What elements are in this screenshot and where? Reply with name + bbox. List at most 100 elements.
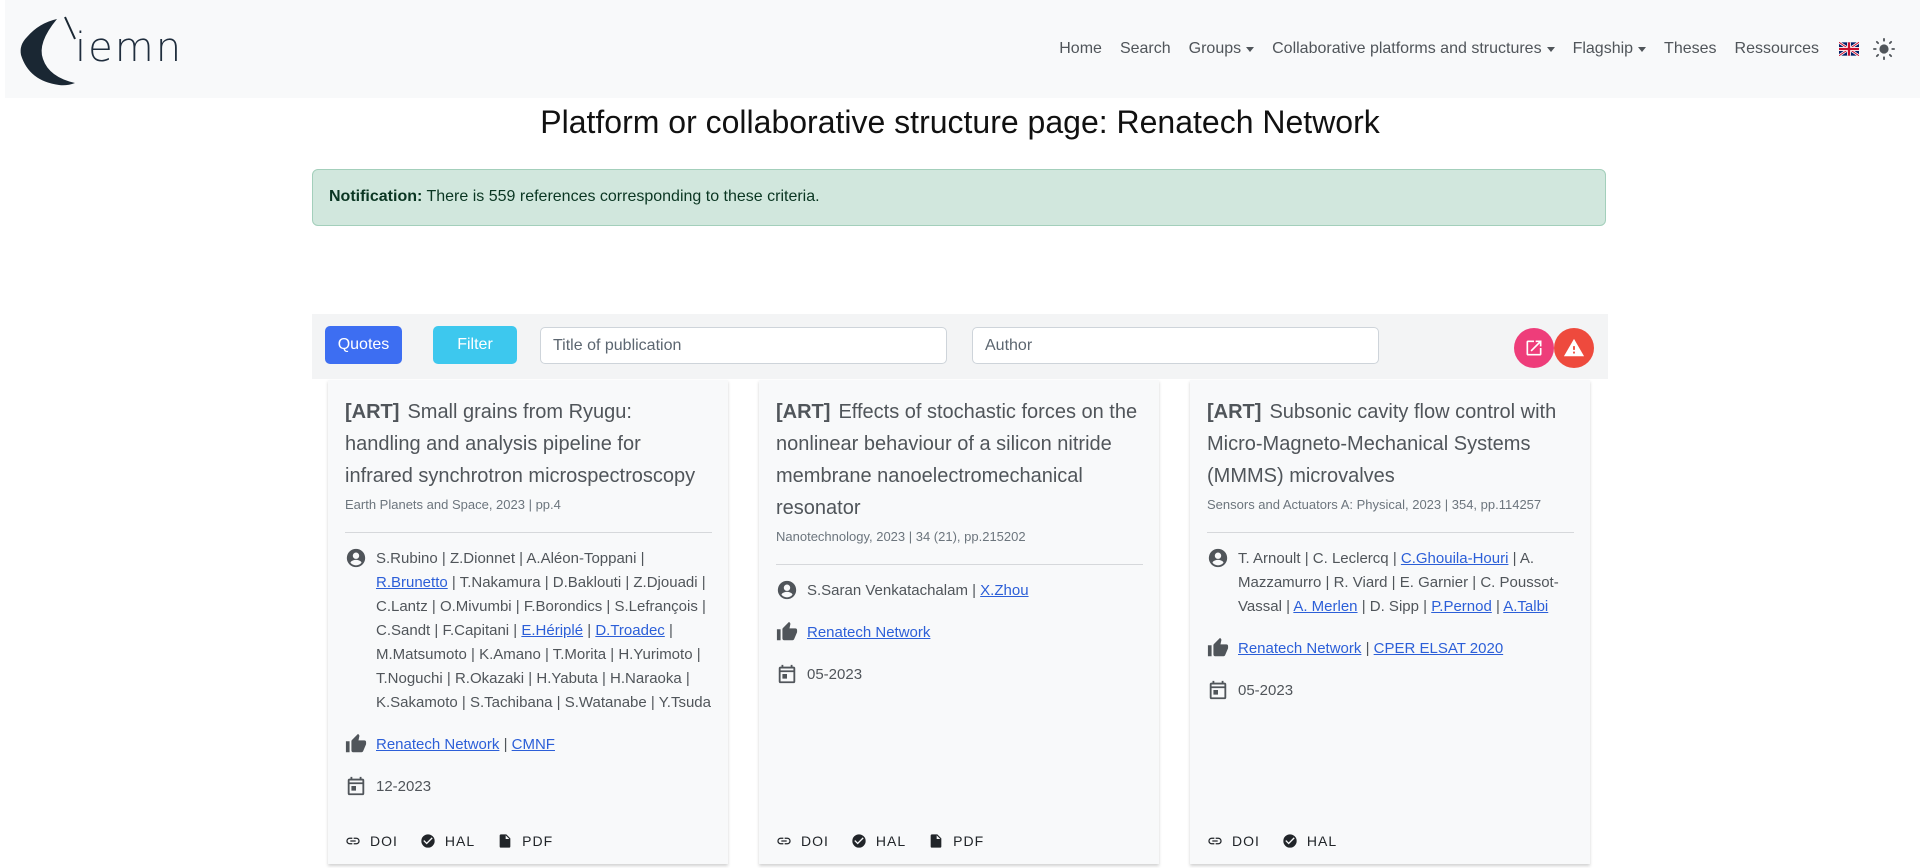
date-row: 05-2023	[776, 663, 1143, 687]
author-name: R. Viard	[1333, 574, 1388, 591]
chevron-down-icon	[1638, 46, 1647, 52]
author-name: K.Sakamoto	[376, 694, 458, 711]
author-search-input[interactable]	[972, 327, 1379, 364]
file-icon	[499, 834, 511, 848]
structure-link[interactable]: Renatech Network	[1238, 640, 1361, 657]
structures-row: Renatech Network | CMNF	[345, 733, 712, 757]
link-icon	[346, 837, 360, 845]
card-title[interactable]: [ART] Subsonic cavity flow control with M…	[1207, 396, 1574, 492]
authors-row: T. Arnoult | C. Leclercq | C.Ghouila-Hou…	[1207, 547, 1574, 619]
quotes-button[interactable]: Quotes	[325, 326, 402, 364]
thumbs-up-icon	[345, 733, 367, 753]
divider	[345, 532, 712, 533]
hal-button[interactable]: HAL	[420, 833, 475, 849]
publication-title: Effects of stochastic forces on the nonl…	[776, 401, 1138, 519]
thumbs-up-icon	[1207, 637, 1229, 657]
publication-date: 12-2023	[376, 778, 432, 795]
nav-search[interactable]: Search	[1120, 40, 1171, 58]
hal-label: HAL	[444, 833, 476, 849]
author-name: T.Noguchi	[376, 670, 443, 687]
author-name: K.Amano	[479, 646, 541, 663]
structures-list: Renatech Network | CMNF	[376, 736, 555, 753]
authors-list: T. Arnoult | C. Leclercq | C.Ghouila-Hou…	[1238, 550, 1559, 615]
author-name: S.Watanabe	[564, 694, 647, 711]
pdf-label: PDF	[953, 833, 985, 849]
check-circle-icon	[1283, 834, 1297, 848]
page-title: Platform or collaborative structure page…	[540, 104, 1380, 140]
nav-home[interactable]: Home	[1059, 40, 1102, 58]
author-name: E. Garnier	[1399, 574, 1469, 591]
author-link[interactable]: D.Troadec	[595, 622, 664, 639]
author-link[interactable]: R.Brunetto	[376, 574, 448, 591]
doi-label: DOI	[370, 833, 398, 849]
pdf-button[interactable]: PDF	[497, 833, 553, 849]
author-name: D. Sipp	[1369, 598, 1419, 615]
hal-button[interactable]: HAL	[1282, 833, 1337, 849]
user-circle-icon	[777, 580, 797, 600]
publication-card: [ART] Effects of stochastic forces on the…	[759, 380, 1159, 864]
author-link[interactable]: A. Merlen	[1293, 598, 1357, 615]
author-link[interactable]: C.Ghouila-Houri	[1401, 550, 1509, 567]
user-circle-icon	[346, 548, 366, 568]
card-title[interactable]: [ART] Small grains from Ryugu: handling a…	[345, 396, 712, 492]
publication-type: [ART]	[776, 401, 831, 423]
calendar-icon	[1209, 680, 1227, 700]
nav-groups-label: Groups	[1188, 40, 1242, 57]
author-name: H.Yurimoto	[618, 646, 693, 663]
toolbar: Quotes Filter	[312, 314, 1608, 379]
nav-flagship[interactable]: Flagship	[1573, 40, 1647, 58]
author-link[interactable]: E.Hériplé	[521, 622, 583, 639]
author-name: S.Tachibana	[469, 694, 553, 711]
title-search-input[interactable]	[540, 327, 947, 364]
authors-list: S.Rubino | Z.Dionnet | A.Aléon-Toppani |…	[376, 550, 711, 711]
doi-button[interactable]: DOI	[1207, 833, 1260, 849]
chevron-down-icon	[1546, 46, 1555, 52]
structure-link[interactable]: CPER ELSAT 2020	[1374, 640, 1504, 657]
author-name: H.Yabuta	[536, 670, 598, 687]
author-name: S.Saran Venkatachalam	[807, 582, 968, 599]
date-row: 05-2023	[1207, 679, 1574, 703]
hal-button[interactable]: HAL	[851, 833, 906, 849]
publication-card: [ART] Small grains from Ryugu: handling a…	[328, 380, 728, 864]
date-row: 12-2023	[345, 775, 712, 799]
author-name: S.Lefrançois	[614, 598, 698, 615]
publication-journal: Sensors and Actuators A: Physical, 2023 …	[1207, 497, 1542, 512]
author-name: T. Arnoult	[1238, 550, 1301, 567]
author-link[interactable]: P.Pernod	[1431, 598, 1492, 615]
export-button[interactable]	[1514, 328, 1554, 368]
user-circle-icon	[1208, 548, 1228, 568]
author-link[interactable]: A.Talbi	[1503, 598, 1548, 615]
author-name: M.Matsumoto	[376, 646, 467, 663]
filter-button[interactable]: Filter	[433, 326, 517, 364]
doi-label: DOI	[1232, 833, 1260, 849]
author-name: C. Leclercq	[1312, 550, 1389, 567]
author-name: R.Okazaki	[454, 670, 525, 687]
structure-link[interactable]: Renatech Network	[807, 624, 930, 641]
pdf-label: PDF	[522, 833, 554, 849]
check-circle-icon	[421, 834, 435, 848]
doi-button[interactable]: DOI	[776, 833, 829, 849]
sun-icon[interactable]	[1873, 38, 1895, 60]
structure-link[interactable]: Renatech Network	[376, 736, 499, 753]
author-name: F.Capitani	[442, 622, 510, 639]
publication-date: 05-2023	[807, 666, 863, 683]
nav-ressources[interactable]: Ressources	[1735, 40, 1819, 58]
thumbs-up-icon	[776, 621, 798, 641]
doi-button[interactable]: DOI	[345, 833, 398, 849]
nav-groups[interactable]: Groups	[1188, 40, 1255, 58]
uk-flag-icon[interactable]	[1839, 41, 1859, 57]
nav-theses[interactable]: Theses	[1664, 40, 1716, 58]
structure-link[interactable]: CMNF	[512, 736, 555, 753]
authors-row: S.Rubino | Z.Dionnet | A.Aléon-Toppani |…	[345, 547, 712, 715]
publication-journal: Earth Planets and Space, 2023 | pp.4	[345, 497, 561, 512]
divider	[1207, 532, 1574, 533]
notification-label: Notification:	[329, 188, 423, 205]
logo[interactable]: iemn	[19, 15, 181, 87]
card-title[interactable]: [ART] Effects of stochastic forces on the…	[776, 396, 1143, 524]
hal-label: HAL	[1306, 833, 1338, 849]
author-link[interactable]: X.Zhou	[980, 582, 1028, 599]
nav-collab[interactable]: Collaborative platforms and structures	[1272, 40, 1555, 58]
nav-links: Home Search Groups Collaborative platfor…	[1041, 34, 1920, 64]
pdf-button[interactable]: PDF	[928, 833, 984, 849]
report-button[interactable]	[1554, 328, 1594, 368]
